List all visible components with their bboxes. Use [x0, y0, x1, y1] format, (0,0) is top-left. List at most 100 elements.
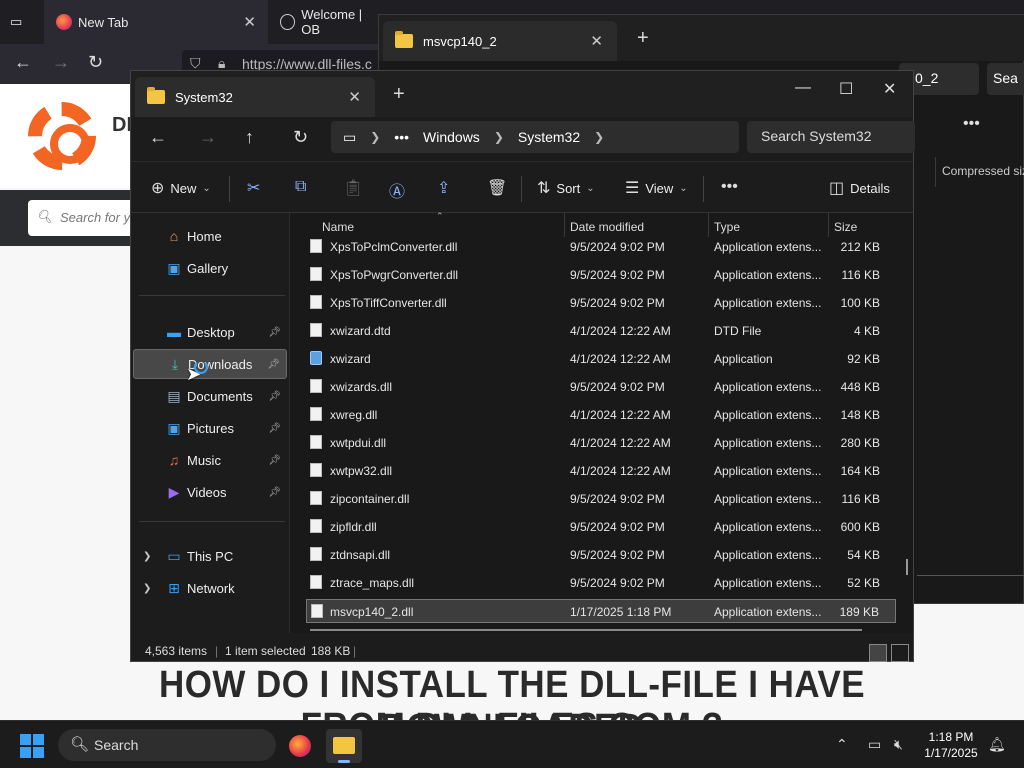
horizontal-scrollbar[interactable] [310, 629, 862, 631]
volume-muted-icon[interactable]: 🔇︎ [894, 736, 903, 753]
vertical-scrollbar[interactable] [906, 559, 908, 575]
explorer-tab[interactable]: System32 ✕ [135, 77, 375, 117]
close-window-icon[interactable]: ✕ [883, 79, 896, 99]
nav-item-network[interactable]: ❯ ⊞ Network [133, 573, 287, 603]
chevron-right-icon[interactable]: ❯ [370, 130, 380, 144]
column-divider[interactable] [564, 213, 565, 237]
pin-icon[interactable]: 📌︎ [268, 423, 281, 434]
system-clock[interactable]: 1:18 PM 1/17/2025 [912, 729, 990, 761]
start-button[interactable] [20, 734, 44, 758]
tab-list-icon[interactable]: ▭ [10, 0, 40, 44]
file-row[interactable]: zipcontainer.dll 9/5/2024 9:02 PM Applic… [306, 487, 896, 511]
browser-tab-welcome[interactable]: Welcome | OB [280, 0, 380, 44]
sort-button[interactable]: ⇅ Sort ⌄ [537, 178, 595, 198]
nav-item-videos[interactable]: ▶ Videos 📌︎ [133, 477, 287, 507]
chevron-right-icon[interactable]: ❯ [143, 551, 151, 562]
more-options-button[interactable]: ••• [721, 178, 738, 196]
monitor-icon[interactable]: ▭ [868, 736, 881, 753]
file-row[interactable]: XpsToPclmConverter.dll 9/5/2024 9:02 PM … [306, 235, 896, 259]
monitor-icon[interactable]: ▭ [343, 129, 356, 146]
column-divider[interactable] [828, 213, 829, 237]
nav-item-downloads[interactable]: ⤓ Downloads 📌︎ [133, 349, 287, 379]
pin-icon[interactable]: 📌︎ [268, 455, 281, 466]
delete-button[interactable]: 🗑︎ [487, 178, 507, 198]
taskbar-file-explorer[interactable] [326, 729, 362, 763]
file-row[interactable]: xwreg.dll 4/1/2024 12:22 AM Application … [306, 403, 896, 427]
chevron-up-icon[interactable]: ⌃ [836, 736, 848, 753]
nav-item-documents[interactable]: ▤ Documents 📌︎ [133, 381, 287, 411]
up-icon[interactable]: ↑ [245, 127, 254, 148]
pin-icon[interactable]: 📌︎ [268, 487, 281, 498]
file-row[interactable]: XpsToPwgrConverter.dll 9/5/2024 9:02 PM … [306, 263, 896, 287]
paste-button[interactable]: 📋︎ [343, 178, 363, 198]
file-row[interactable]: xwizard.dtd 4/1/2024 12:22 AM DTD File 4… [306, 319, 896, 343]
back-icon[interactable]: ← [149, 127, 167, 148]
maximize-icon[interactable]: ☐ [839, 79, 853, 99]
taskbar-search[interactable]: 🔍︎ Search [58, 729, 276, 761]
close-icon[interactable]: ✕ [243, 13, 256, 31]
reload-icon[interactable]: ↻ [88, 52, 103, 73]
close-icon[interactable]: ✕ [590, 32, 603, 50]
column-header-compressed-size[interactable]: Compressed size [935, 157, 1024, 187]
chevron-right-icon[interactable]: ❯ [594, 130, 604, 144]
file-icon [310, 547, 322, 561]
tiles-view-icon[interactable] [891, 644, 909, 662]
new-tab-icon[interactable]: + [637, 27, 649, 50]
file-row[interactable]: xwizard 4/1/2024 12:22 AM Application 92… [306, 347, 896, 371]
nav-item-desktop[interactable]: ▬ Desktop 📌︎ [133, 317, 287, 347]
file-row[interactable]: xwtpw32.dll 4/1/2024 12:22 AM Applicatio… [306, 459, 896, 483]
pin-icon[interactable]: 📌︎ [268, 391, 281, 402]
column-header-date[interactable]: Date modified [570, 220, 644, 234]
minimize-icon[interactable]: — [795, 79, 811, 97]
view-button[interactable]: ☰ View ⌄ [625, 178, 688, 198]
chevron-right-icon[interactable]: ❯ [143, 583, 151, 594]
column-header-type[interactable]: Type [714, 220, 740, 234]
file-row[interactable]: XpsToTiffConverter.dll 9/5/2024 9:02 PM … [306, 291, 896, 315]
share-button[interactable]: ⇪ [437, 178, 450, 198]
back-tab[interactable]: msvcp140_2 ✕ [383, 21, 617, 61]
nav-item-gallery[interactable]: ▣ Gallery [133, 253, 287, 283]
nav-item-pictures[interactable]: ▣ Pictures 📌︎ [133, 413, 287, 443]
close-tab-icon[interactable]: ✕ [348, 88, 361, 106]
cut-button[interactable]: ✂ [247, 178, 260, 198]
breadcrumb[interactable]: ▭ ❯ ••• Windows ❯ System32 ❯ [331, 121, 739, 153]
file-row[interactable]: ztrace_maps.dll 9/5/2024 9:02 PM Applica… [306, 571, 896, 595]
new-tab-icon[interactable]: + [393, 83, 405, 106]
new-button[interactable]: ⊕ New ⌄ [151, 178, 211, 198]
nav-item-home[interactable]: ⌂ Home [133, 221, 287, 251]
search-input[interactable]: Search System32 [747, 121, 915, 153]
column-divider[interactable] [708, 213, 709, 237]
details-button[interactable]: ◫ Details [829, 178, 890, 198]
refresh-icon[interactable]: ↻ [293, 127, 308, 148]
copy-button[interactable]: ⧉ [295, 178, 306, 196]
notification-bell-icon[interactable]: 🔔︎ [988, 736, 1006, 753]
file-row[interactable]: zipfldr.dll 9/5/2024 9:02 PM Application… [306, 515, 896, 539]
explorer-window[interactable]: System32 ✕ + — ☐ ✕ ← → ↑ ↻ ▭ ❯ ••• Windo… [130, 70, 915, 662]
breadcrumb-windows[interactable]: Windows [423, 129, 480, 145]
file-row[interactable]: ztdnsapi.dll 9/5/2024 9:02 PM Applicatio… [306, 543, 896, 567]
browser-tab-new-tab[interactable]: New Tab ✕ [44, 0, 268, 44]
back-icon[interactable]: ← [14, 52, 32, 73]
site-search-input[interactable]: 🔍︎ Search for y [28, 200, 140, 236]
forward-icon[interactable]: → [52, 52, 70, 73]
column-header-size[interactable]: Size [834, 220, 857, 234]
nav-item-this-pc[interactable]: ❯ ▭ This PC [133, 541, 287, 571]
chevron-right-icon[interactable]: ❯ [494, 130, 504, 144]
forward-icon[interactable]: → [199, 127, 217, 148]
file-row[interactable]: xwizards.dll 9/5/2024 9:02 PM Applicatio… [306, 375, 896, 399]
rename-button[interactable]: Ⓐ [389, 178, 405, 202]
file-row[interactable]: xwtpdui.dll 4/1/2024 12:22 AM Applicatio… [306, 431, 896, 455]
pin-icon[interactable]: 📌︎ [267, 359, 280, 370]
back-search-box[interactable]: Sea [987, 63, 1024, 95]
more-crumbs-icon[interactable]: ••• [394, 129, 409, 145]
title-bar[interactable]: System32 ✕ + — ☐ ✕ [131, 71, 913, 117]
pin-icon[interactable]: 📌︎ [268, 327, 281, 338]
nav-item-music[interactable]: ♫ Music 📌︎ [133, 445, 287, 475]
taskbar-firefox[interactable] [282, 729, 318, 763]
more-icon[interactable]: ••• [963, 115, 980, 133]
site-logo-gear-icon[interactable] [28, 102, 96, 170]
details-view-icon[interactable] [869, 644, 887, 662]
column-header-name[interactable]: Name [322, 220, 354, 234]
file-row-selected[interactable]: msvcp140_2.dll 1/17/2025 1:18 PM Applica… [306, 599, 896, 623]
breadcrumb-system32[interactable]: System32 [518, 129, 580, 145]
